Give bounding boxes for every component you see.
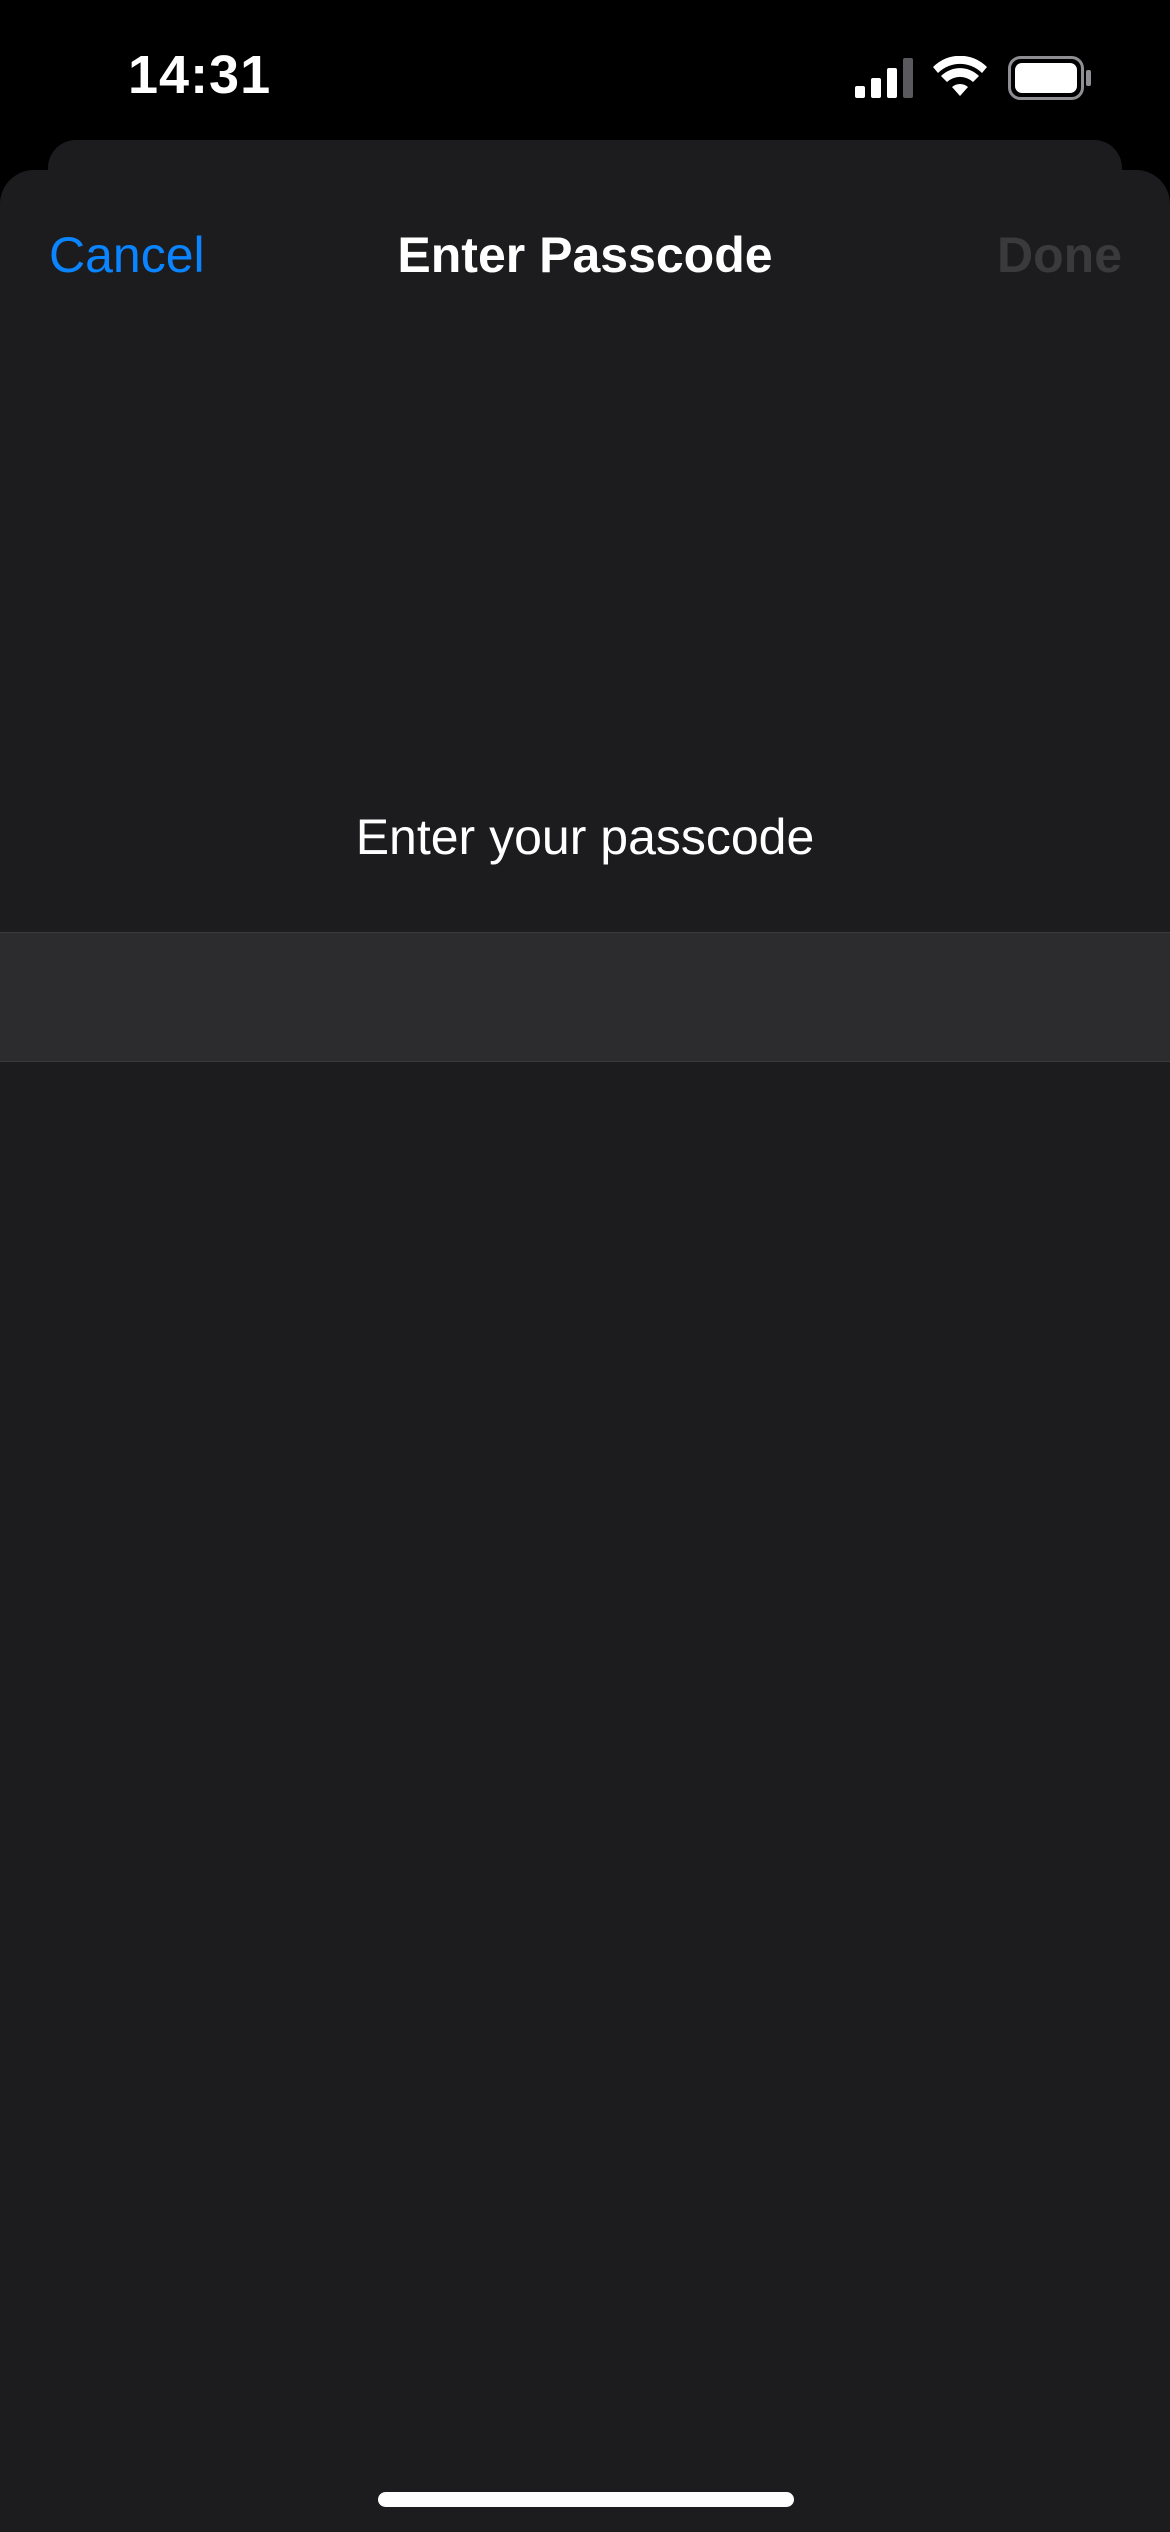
status-bar: 14:31 (0, 0, 1170, 150)
wifi-icon (933, 56, 987, 96)
status-time: 14:31 (128, 45, 272, 105)
passcode-prompt: Enter your passcode (355, 809, 815, 865)
home-indicator[interactable] (378, 2492, 794, 2507)
navigation-bar: Cancel Enter Passcode Done (0, 170, 1170, 340)
battery-icon (1008, 56, 1091, 100)
page-title: Enter Passcode (397, 227, 773, 283)
passcode-field[interactable] (0, 932, 1170, 1063)
passcode-input[interactable] (0, 933, 1170, 1063)
passcode-sheet: Cancel Enter Passcode Done Enter your pa… (0, 170, 1170, 2532)
cellular-signal-icon (855, 58, 913, 98)
done-button[interactable]: Done (997, 226, 1122, 284)
